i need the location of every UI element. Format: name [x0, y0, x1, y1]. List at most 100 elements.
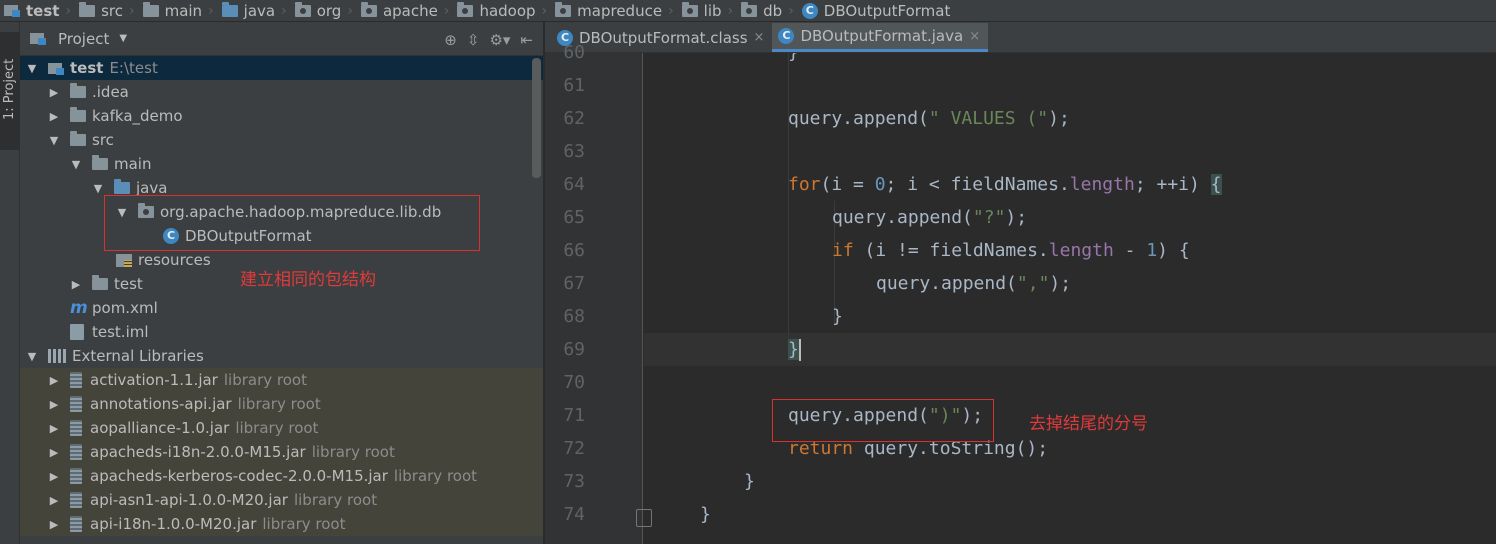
breadcrumb-item-mapreduce[interactable]: mapreduce	[551, 0, 668, 22]
jar-icon	[70, 516, 82, 532]
package-icon	[360, 1, 377, 17]
line-number: 66	[563, 240, 585, 261]
text-cursor	[798, 339, 801, 361]
collapsed-arrow-icon[interactable]: ▶	[48, 422, 60, 435]
locate-file-icon[interactable]: ⊕	[444, 31, 457, 49]
collapsed-arrow-icon[interactable]: ▶	[48, 494, 60, 507]
line-number: 74	[563, 504, 585, 525]
close-icon[interactable]: ×	[754, 30, 765, 45]
chevron-right-icon: ›	[281, 2, 287, 19]
libraries-icon	[48, 349, 66, 363]
jar-icon	[70, 492, 82, 508]
line-number: 67	[563, 273, 585, 294]
jar-icon	[70, 396, 82, 412]
library-item[interactable]: ▶ activation-1.1.jar library root	[20, 368, 543, 392]
chevron-right-icon: ›	[541, 2, 548, 19]
breadcrumb-item-db[interactable]: db	[737, 0, 788, 22]
breadcrumb-item-main[interactable]: main	[139, 0, 208, 22]
java-class-icon: C	[778, 28, 795, 44]
project-panel-header: Project ▼ ⊕ ⇳ ⚙▾ ⇤	[20, 22, 543, 56]
collapsed-arrow-icon[interactable]: ▶	[48, 470, 60, 483]
project-icon	[48, 62, 64, 75]
maven-icon: m	[70, 298, 88, 318]
breadcrumb-item-test[interactable]: test	[0, 0, 65, 22]
chevron-right-icon: ›	[128, 2, 135, 19]
breadcrumb-item-dboutputformat[interactable]: C DBOutputFormat	[798, 0, 957, 22]
line-number: 61	[563, 75, 585, 96]
expanded-arrow-icon[interactable]: ▼	[92, 182, 104, 195]
expanded-arrow-icon[interactable]: ▼	[48, 134, 60, 147]
package-structure-annotation: 建立相同的包结构	[240, 270, 376, 290]
collapsed-arrow-icon[interactable]: ▶	[70, 278, 82, 291]
code-line-64: for(i = 0; i < fieldNames.length; ++i) {	[788, 174, 1222, 195]
jar-icon	[70, 372, 82, 388]
project-scrollbar[interactable]	[532, 58, 541, 178]
source-folder-icon	[221, 1, 238, 17]
expanded-arrow-icon[interactable]: ▼	[70, 158, 82, 171]
chevron-right-icon: ›	[443, 2, 450, 19]
collapsed-arrow-icon[interactable]: ▶	[48, 398, 60, 411]
breadcrumb-item-src[interactable]: src	[75, 0, 129, 22]
line-number: 68	[563, 306, 585, 327]
package-icon	[294, 1, 311, 17]
tree-item-idea[interactable]: ▶ .idea	[20, 80, 543, 104]
line-number: 64	[563, 174, 585, 195]
collapsed-arrow-icon[interactable]: ▶	[48, 110, 60, 123]
project-tree: ▼ test E:\test ▶ .idea ▶ kafka_demo ▼ sr…	[20, 56, 543, 536]
tree-item-root[interactable]: ▼ test E:\test	[20, 56, 543, 80]
chevron-right-icon: ›	[65, 2, 72, 19]
breadcrumb-item-lib[interactable]: lib	[678, 0, 728, 22]
collapsed-arrow-icon[interactable]: ▶	[48, 86, 60, 99]
line-number: 71	[563, 405, 585, 426]
library-item[interactable]: ▶ api-asn1-api-1.0.0-M20.jar library roo…	[20, 488, 543, 512]
hide-panel-icon[interactable]: ⇤	[520, 31, 533, 49]
close-icon[interactable]: ×	[969, 29, 980, 44]
collapsed-arrow-icon[interactable]: ▶	[48, 518, 60, 531]
library-item[interactable]: ▶ api-i18n-1.0.0-M20.jar library root	[20, 512, 543, 536]
tab-dboutputformat-java[interactable]: C DBOutputFormat.java ×	[772, 23, 989, 52]
module-file-icon	[70, 324, 84, 340]
tree-item-main[interactable]: ▼ main	[20, 152, 543, 176]
panel-toolbar: ⊕ ⇳ ⚙▾ ⇤	[444, 31, 533, 49]
tree-item-kafka-demo[interactable]: ▶ kafka_demo	[20, 104, 543, 128]
breadcrumb-item-org[interactable]: org	[291, 0, 348, 22]
line-number-gutter: 60 61 62 63 64 65 66 67 68 69 70 71 72 7…	[545, 42, 652, 544]
folder-icon	[70, 107, 86, 122]
project-panel-title[interactable]: Project	[58, 30, 109, 48]
current-line-highlight	[644, 333, 1496, 366]
folder-icon	[92, 275, 108, 290]
code-line-60: }	[788, 53, 799, 69]
breadcrumb-item-hadoop[interactable]: hadoop	[453, 0, 541, 22]
resources-folder-icon	[116, 253, 132, 267]
chevron-right-icon: ›	[668, 2, 674, 19]
chevron-right-icon: ›	[208, 2, 214, 19]
package-icon	[555, 1, 572, 17]
expanded-arrow-icon[interactable]: ▼	[26, 350, 38, 363]
tree-item-external-libraries[interactable]: ▼ External Libraries	[20, 344, 543, 368]
tree-item-pom[interactable]: m pom.xml	[20, 296, 543, 320]
breadcrumb-item-java[interactable]: java	[218, 0, 281, 22]
settings-gear-icon[interactable]: ⚙▾	[489, 31, 510, 49]
project-tool-window-tab[interactable]: 1: Project	[0, 32, 20, 150]
line-number: 72	[563, 438, 585, 459]
breadcrumb-item-apache[interactable]: apache	[357, 0, 444, 22]
chevron-right-icon: ›	[788, 2, 794, 19]
library-item[interactable]: ▶ annotations-api.jar library root	[20, 392, 543, 416]
dropdown-caret-icon[interactable]: ▼	[119, 33, 127, 44]
package-icon	[681, 1, 698, 17]
tree-item-iml[interactable]: test.iml	[20, 320, 543, 344]
collapsed-arrow-icon[interactable]: ▶	[48, 446, 60, 459]
project-icon	[4, 4, 20, 17]
collapse-all-icon[interactable]: ⇳	[467, 31, 480, 49]
line-number: 63	[563, 141, 585, 162]
code-area[interactable]: } query.append(" VALUES ("); for(i = 0; …	[644, 53, 1496, 544]
library-item[interactable]: ▶ apacheds-kerberos-codec-2.0.0-M15.jar …	[20, 464, 543, 488]
code-line-73: }	[744, 471, 755, 492]
library-item[interactable]: ▶ apacheds-i18n-2.0.0-M15.jar library ro…	[20, 440, 543, 464]
editor-tab-bar: C DBOutputFormat.class × C DBOutputForma…	[545, 22, 1496, 53]
library-item[interactable]: ▶ aopalliance-1.0.jar library root	[20, 416, 543, 440]
jar-icon	[70, 420, 82, 436]
collapsed-arrow-icon[interactable]: ▶	[48, 374, 60, 387]
tree-item-src[interactable]: ▼ src	[20, 128, 543, 152]
expanded-arrow-icon[interactable]: ▼	[26, 62, 38, 75]
